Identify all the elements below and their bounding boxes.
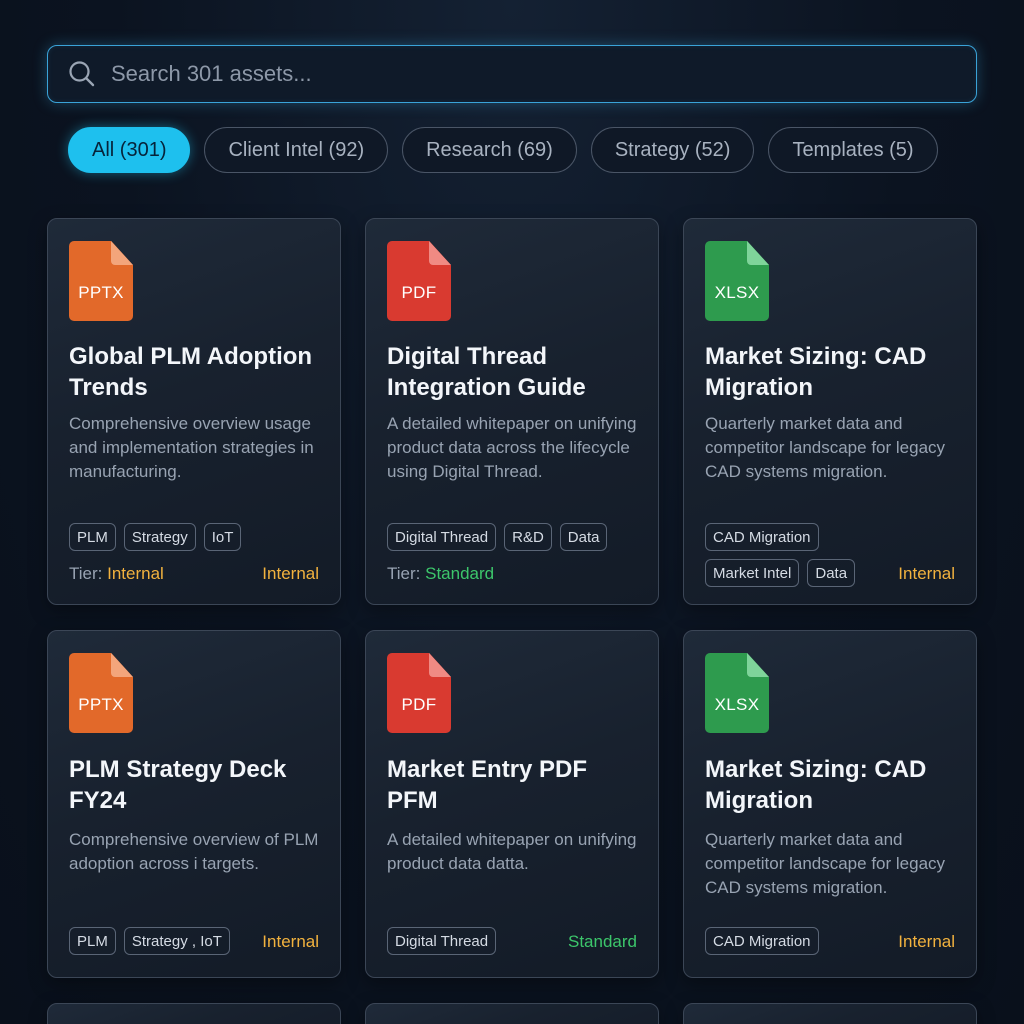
pdf-file-icon: PDF xyxy=(387,653,451,733)
tag[interactable]: Strategy , IoT xyxy=(123,927,230,955)
file-type-label: PPTX xyxy=(78,283,124,302)
asset-card[interactable]: PDF Market Entry PDF PFM A detailed whit… xyxy=(365,630,659,978)
access-badge: Internal xyxy=(262,932,319,951)
card-description: Comprehensive overview usage and impleme… xyxy=(69,414,314,481)
asset-card[interactable]: XLSX Market Sizing: CAD Migration Quarte… xyxy=(683,218,977,605)
tier-label: Tier: xyxy=(387,564,421,583)
tier-label: Tier: xyxy=(69,564,103,583)
search-icon xyxy=(69,61,95,87)
filter-chip-all[interactable]: All (301) xyxy=(68,127,191,173)
card-title: Market Entry PDF PFM xyxy=(387,756,588,814)
card-title: Market Sizing: CAD Migration xyxy=(705,343,927,401)
card-description: A detailed whitepaper on unifying produc… xyxy=(387,830,637,873)
access-badge: Internal xyxy=(898,932,955,951)
asset-card[interactable]: XLSX Market Sizing: CAD Migration Quarte… xyxy=(683,630,977,978)
tag[interactable]: Market Intel xyxy=(705,559,800,587)
tag-list: Digital Thread xyxy=(387,927,548,955)
tag-list: Digital Thread R&D Data xyxy=(387,523,644,551)
tag[interactable]: Strategy xyxy=(123,523,196,551)
pptx-file-icon: PPTX xyxy=(69,653,133,733)
file-type-label: PDF xyxy=(401,283,437,302)
tier-value: Internal xyxy=(107,564,164,583)
tag-list: PLM Strategy , IoT xyxy=(69,927,230,955)
tag[interactable]: Digital Thread xyxy=(387,523,497,551)
asset-card[interactable]: PPTX Global PLM Adoption Trends Comprehe… xyxy=(47,218,341,605)
card-description: Quarterly market data and competitor lan… xyxy=(705,414,946,481)
tag-list: PLM Strategy IoT xyxy=(69,523,326,551)
card-description: Comprehensive overview of PLM adoption a… xyxy=(69,830,319,873)
file-type-label: PDF xyxy=(401,695,437,714)
tag[interactable]: CAD Migration xyxy=(705,523,819,551)
asset-card[interactable] xyxy=(365,1003,659,1024)
pptx-file-icon: PPTX xyxy=(69,241,133,321)
tier-value: Standard xyxy=(425,564,495,583)
asset-card[interactable] xyxy=(683,1003,977,1024)
filter-chip-strategy[interactable]: Strategy (52) xyxy=(590,127,755,173)
asset-card[interactable]: PDF Digital Thread Integration Guide A d… xyxy=(365,218,659,605)
filter-chip-templates[interactable]: Templates (5) xyxy=(768,127,938,173)
access-badge: Internal xyxy=(262,564,319,583)
asset-card[interactable] xyxy=(47,1003,341,1024)
tag[interactable]: CAD Migration xyxy=(705,927,819,955)
filter-bar: All (301) Client Intel (92) Research (69… xyxy=(68,127,938,173)
tag[interactable]: R&D xyxy=(504,523,552,551)
card-title: Global PLM Adoption Trends xyxy=(69,343,313,401)
card-description: Quarterly market data and competitor lan… xyxy=(705,830,946,897)
search-input[interactable] xyxy=(111,46,976,102)
file-type-label: PPTX xyxy=(78,695,124,714)
tag[interactable]: IoT xyxy=(203,523,242,551)
tag-list: CAD Migration xyxy=(705,927,866,955)
tag[interactable]: PLM xyxy=(69,927,116,955)
tag[interactable]: Digital Thread xyxy=(387,927,497,955)
pdf-file-icon: PDF xyxy=(387,241,451,321)
file-type-label: XLSX xyxy=(714,283,760,302)
asset-card[interactable]: PPTX PLM Strategy Deck FY24 Comprehensiv… xyxy=(47,630,341,978)
access-badge: Standard xyxy=(568,932,637,951)
card-title: Digital Thread Integration Guide xyxy=(387,343,586,401)
filter-chip-client-intel[interactable]: Client Intel (92) xyxy=(204,127,389,173)
card-title: PLM Strategy Deck FY24 xyxy=(69,756,287,814)
card-description: A detailed whitepaper on unifying produc… xyxy=(387,414,637,481)
card-title: Market Sizing: CAD Migration xyxy=(705,756,927,814)
file-type-label: XLSX xyxy=(714,695,760,714)
tag[interactable]: Data xyxy=(559,523,608,551)
search-bar[interactable] xyxy=(47,45,977,103)
xlsx-file-icon: XLSX xyxy=(705,241,769,321)
asset-library-page: All (301) Client Intel (92) Research (69… xyxy=(0,0,1024,1024)
tag[interactable]: PLM xyxy=(69,523,116,551)
tier-info: Tier: Standard xyxy=(387,564,494,584)
tag[interactable]: Data xyxy=(807,559,856,587)
access-badge: Internal xyxy=(898,564,955,583)
tag-list: CAD Migration Market Intel Data xyxy=(705,523,916,587)
xlsx-file-icon: XLSX xyxy=(705,653,769,733)
filter-chip-research[interactable]: Research (69) xyxy=(402,127,577,173)
tier-info: Tier: Internal xyxy=(69,564,164,584)
